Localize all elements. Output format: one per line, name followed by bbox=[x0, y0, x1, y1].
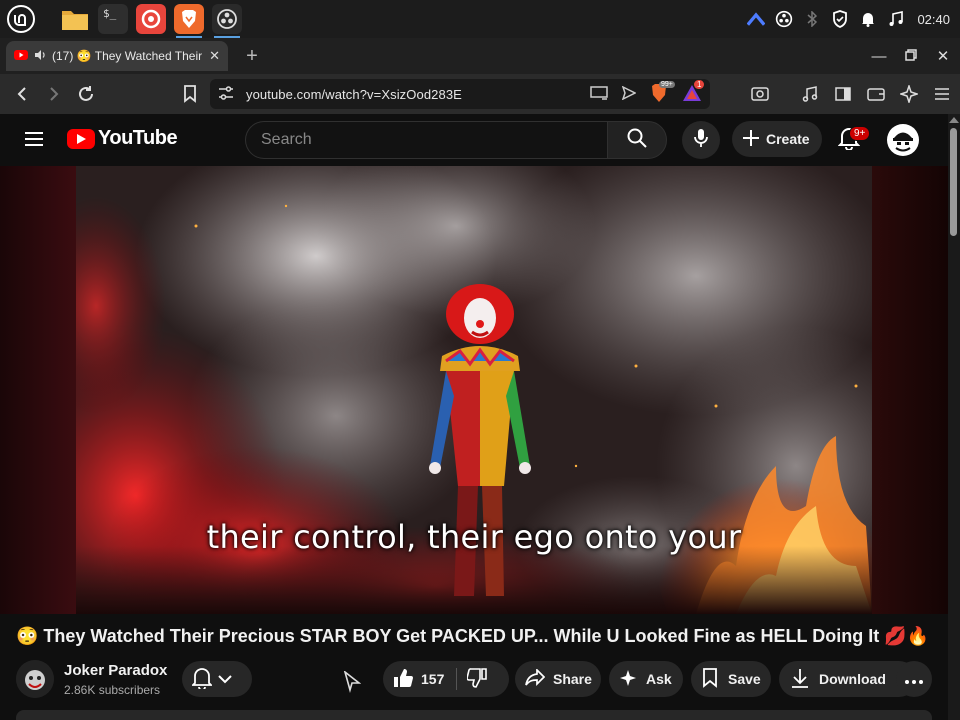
more-actions-button[interactable] bbox=[896, 661, 932, 697]
youtube-logo[interactable]: YouTube bbox=[67, 127, 178, 150]
youtube-favicon-icon bbox=[14, 49, 28, 63]
create-button[interactable]: Create bbox=[732, 121, 822, 157]
subscriber-count: 2.86K subscribers bbox=[64, 683, 161, 697]
forward-icon[interactable] bbox=[40, 80, 68, 108]
save-button[interactable]: Save bbox=[691, 661, 771, 697]
scroll-up-arrow-icon[interactable] bbox=[949, 117, 959, 123]
close-window-icon[interactable]: ✕ bbox=[934, 47, 952, 65]
like-divider bbox=[456, 668, 458, 690]
notification-count-badge: 9+ bbox=[849, 126, 871, 141]
ask-label: Ask bbox=[646, 671, 672, 687]
microphone-icon bbox=[694, 128, 708, 153]
like-dislike-group: 157 bbox=[383, 661, 509, 697]
clock[interactable]: 02:40 bbox=[917, 12, 950, 27]
toolbar-right bbox=[750, 74, 952, 114]
url-text[interactable]: youtube.com/watch?v=XsizOod283E bbox=[246, 87, 462, 102]
search-box bbox=[245, 121, 608, 159]
share-icon bbox=[525, 667, 546, 690]
restore-icon[interactable] bbox=[902, 48, 920, 65]
toolbar-divider bbox=[783, 84, 787, 104]
channel-avatar[interactable] bbox=[16, 660, 54, 698]
window-controls: — ✕ bbox=[870, 38, 952, 74]
bluetooth-icon[interactable] bbox=[803, 10, 821, 28]
brave-rewards-icon[interactable]: 1 bbox=[682, 79, 705, 105]
dislike-icon[interactable] bbox=[466, 667, 488, 691]
create-label: Create bbox=[766, 131, 810, 147]
tab-title: (17) 😳 They Watched Their bbox=[52, 49, 203, 63]
system-tray: 02:40 bbox=[747, 0, 950, 38]
site-settings-icon[interactable] bbox=[218, 85, 234, 103]
more-horizontal-icon bbox=[905, 671, 923, 687]
youtube-wordmark: YouTube bbox=[98, 127, 178, 149]
obs-icon[interactable] bbox=[212, 4, 242, 38]
like-count[interactable]: 157 bbox=[421, 671, 444, 687]
new-tab-button[interactable]: + bbox=[242, 45, 262, 68]
brave-icon[interactable] bbox=[174, 4, 204, 38]
browser-tab[interactable]: (17) 😳 They Watched Their ✕ bbox=[6, 41, 228, 71]
leo-ai-icon[interactable] bbox=[899, 84, 919, 104]
scrollbar-thumb[interactable] bbox=[950, 128, 957, 236]
menu-icon[interactable] bbox=[932, 84, 952, 104]
reload-icon[interactable] bbox=[72, 80, 100, 108]
voice-search-button[interactable] bbox=[682, 121, 720, 159]
description-box[interactable] bbox=[16, 710, 932, 720]
ambient-right bbox=[872, 166, 948, 614]
browser-toolbar: youtube.com/watch?v=XsizOod283E 99+ 1 bbox=[0, 74, 960, 114]
mouse-cursor-icon bbox=[343, 669, 362, 698]
save-label: Save bbox=[728, 671, 761, 687]
search-icon bbox=[627, 128, 647, 153]
channel-name[interactable]: Joker Paradox bbox=[64, 662, 167, 679]
share-button[interactable]: Share bbox=[515, 661, 601, 697]
account-avatar[interactable] bbox=[887, 124, 919, 156]
download-label: Download bbox=[819, 671, 886, 687]
mint-menu-icon[interactable] bbox=[6, 4, 36, 34]
minimize-icon[interactable]: — bbox=[870, 48, 888, 65]
video-title: 😳 They Watched Their Precious STAR BOY G… bbox=[16, 626, 930, 646]
notification-bell-tray-icon[interactable] bbox=[859, 10, 877, 28]
ambient-left bbox=[0, 166, 76, 614]
sidebar-icon[interactable] bbox=[833, 84, 853, 104]
bookmark-icon[interactable] bbox=[176, 80, 204, 108]
bell-icon bbox=[190, 667, 214, 692]
plus-icon bbox=[742, 129, 760, 150]
address-bar[interactable]: youtube.com/watch?v=XsizOod283E 99+ 1 bbox=[210, 79, 710, 109]
music-icon[interactable] bbox=[887, 10, 905, 28]
youtube-play-icon bbox=[67, 128, 95, 149]
ask-button[interactable]: Ask bbox=[609, 661, 683, 697]
back-icon[interactable] bbox=[8, 80, 36, 108]
search-input[interactable] bbox=[261, 131, 591, 149]
speaker-icon[interactable] bbox=[34, 49, 46, 64]
save-bookmark-icon bbox=[702, 667, 718, 691]
video-caption: their control, their ego onto your bbox=[206, 518, 742, 556]
brave-shields-icon[interactable]: 99+ bbox=[650, 80, 675, 106]
sparkle-icon bbox=[620, 669, 636, 689]
firefox-icon[interactable] bbox=[136, 4, 166, 34]
share-label: Share bbox=[553, 671, 592, 687]
screenshot-icon[interactable] bbox=[750, 84, 770, 104]
terminal-icon[interactable]: $_ bbox=[98, 4, 128, 34]
search-button[interactable] bbox=[607, 121, 667, 159]
tab-close-icon[interactable]: ✕ bbox=[209, 48, 220, 64]
download-icon bbox=[791, 668, 809, 691]
shield-icon[interactable] bbox=[831, 10, 849, 28]
files-icon[interactable] bbox=[60, 4, 90, 34]
wallet-icon[interactable] bbox=[866, 84, 886, 104]
cast-icon[interactable] bbox=[590, 85, 608, 103]
video-player[interactable]: their control, their ego onto your bbox=[0, 166, 948, 614]
os-taskbar: $_ 02:40 bbox=[0, 0, 960, 38]
chevron-down-icon bbox=[218, 671, 232, 687]
like-icon[interactable] bbox=[393, 668, 413, 691]
rewards-badge: 1 bbox=[694, 79, 705, 89]
vpn-icon[interactable] bbox=[747, 10, 766, 28]
obs-tray-icon[interactable] bbox=[775, 10, 793, 28]
hamburger-menu-icon[interactable] bbox=[24, 131, 44, 152]
youtube-header: YouTube Create 9+ bbox=[0, 114, 948, 166]
media-icon[interactable] bbox=[800, 84, 820, 104]
subscription-notifications-button[interactable] bbox=[182, 661, 252, 697]
tab-strip: (17) 😳 They Watched Their ✕ + — ✕ bbox=[0, 38, 960, 74]
video-frame[interactable]: their control, their ego onto your bbox=[76, 166, 872, 614]
send-icon[interactable] bbox=[621, 85, 637, 103]
